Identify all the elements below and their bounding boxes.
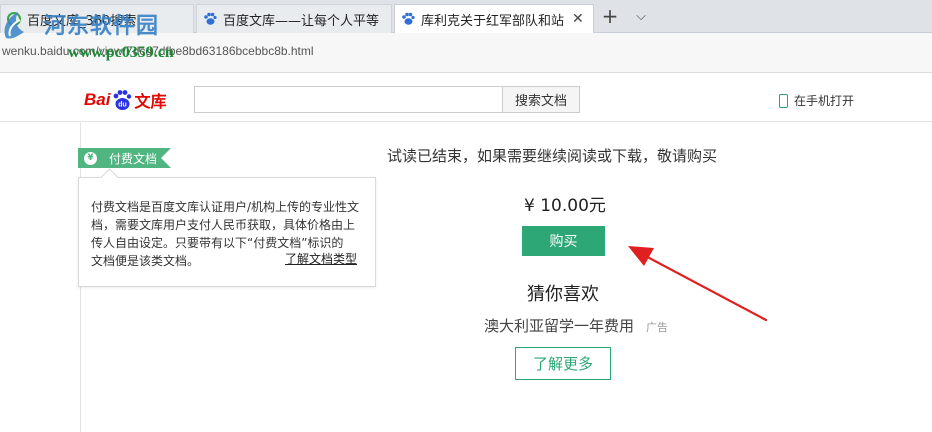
search-input[interactable] bbox=[194, 86, 502, 113]
badge-ribbon-tail bbox=[161, 148, 172, 168]
yen-icon: ¥ bbox=[84, 151, 97, 165]
paid-doc-badge-label: 付费文档 bbox=[109, 151, 158, 166]
baidu-paw-icon bbox=[203, 12, 217, 26]
recommend-title: 猜你喜欢 bbox=[527, 284, 599, 305]
paid-doc-badge[interactable]: ¥ 付费文档 bbox=[78, 148, 172, 168]
watermark-site-url: www.pc0359.cn bbox=[68, 44, 174, 61]
baidu-paw-icon bbox=[401, 12, 415, 26]
open-on-mobile-label: 在手机打开 bbox=[794, 94, 855, 108]
baidu-wenku-logo[interactable]: Bai du 文库 bbox=[84, 88, 166, 112]
buy-button[interactable]: 购买 bbox=[522, 226, 605, 256]
watermark-site-name: 河东软件园 bbox=[44, 13, 160, 39]
baidu-paw-icon: du bbox=[114, 90, 132, 110]
logo-du-text: du bbox=[119, 102, 128, 109]
tab-title: 库利克关于红军部队和站 bbox=[421, 13, 565, 29]
logo-bai-text: Bai bbox=[84, 90, 111, 109]
logo-wenku-text: 文库 bbox=[134, 92, 167, 111]
ad-item[interactable]: 澳大利亚留学一年费用 广告 bbox=[484, 315, 668, 336]
paid-doc-tooltip: 付费文档是百度文库认证用户/机构上传的专业性文 档，需要文库用户支付人民币获取，… bbox=[78, 177, 376, 287]
open-on-mobile-link[interactable]: 在手机打开 bbox=[779, 92, 854, 109]
tooltip-line: 档，需要文库用户支付人民币获取，具体价格由上 bbox=[91, 218, 356, 232]
chevron-down-icon[interactable]: ⌵ bbox=[630, 7, 652, 27]
page-header: Bai du 文库 搜索文档 在手机打开 bbox=[0, 74, 932, 122]
tooltip-line: 付费文档是百度文库认证用户/机构上传的专业性文 bbox=[91, 200, 360, 214]
watermark-logo-icon bbox=[4, 12, 24, 39]
learn-more-button[interactable]: 了解更多 bbox=[515, 347, 611, 380]
phone-icon bbox=[779, 93, 788, 108]
learn-doc-types-link[interactable]: 了解文档类型 bbox=[285, 250, 357, 268]
ad-text[interactable]: 澳大利亚留学一年费用 bbox=[484, 315, 634, 336]
ad-tag: 广告 bbox=[646, 321, 669, 334]
new-tab-button[interactable]: + bbox=[598, 6, 622, 28]
search-button[interactable]: 搜索文档 bbox=[502, 86, 580, 113]
browser-tab-current[interactable]: 库利克关于红军部队和站 ✕ bbox=[394, 4, 594, 34]
close-icon[interactable]: ✕ bbox=[572, 11, 584, 27]
trial-ended-message: 试读已结束，如果需要继续阅读或下载，敬请购买 bbox=[387, 147, 718, 165]
price-label: ¥ 10.00元 bbox=[524, 196, 606, 216]
tab-title: 百度文库——让每个人平等 bbox=[223, 13, 380, 29]
browser-tab-baidu-wenku[interactable]: 百度文库——让每个人平等 bbox=[196, 4, 392, 33]
